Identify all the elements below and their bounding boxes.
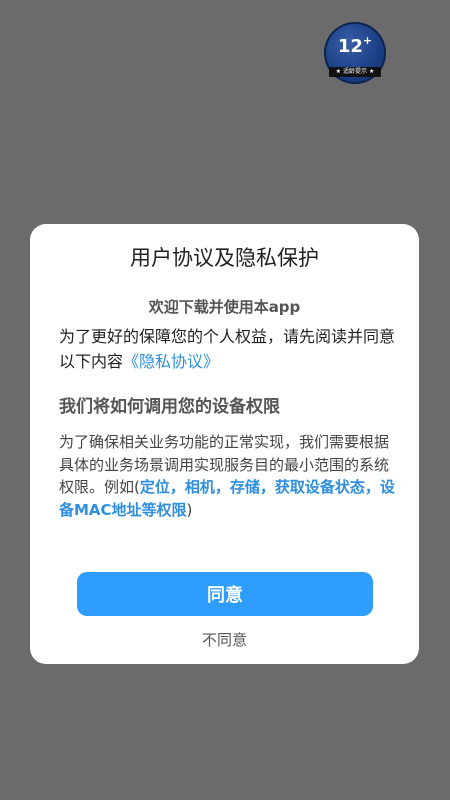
disagree-button[interactable]: 不同意: [30, 629, 419, 650]
privacy-agreement-link[interactable]: 《隐私协议》: [123, 352, 219, 371]
privacy-dialog: 用户协议及隐私保护 欢迎下载并使用本app 为了更好的保障您的个人权益，请先阅读…: [30, 224, 419, 664]
welcome-text: 欢迎下载并使用本app: [148, 298, 301, 316]
star-icon: ★: [335, 68, 341, 75]
intro-paragraph: 为了更好的保障您的个人权益，请先阅读并同意以下内容《隐私协议》: [59, 324, 397, 374]
age-rating-strip: ★ 适龄提示 ★: [329, 67, 381, 77]
permission-paragraph: 为了确保相关业务功能的正常实现，我们需要根据具体的业务场景调用实现服务目的最小范…: [59, 431, 397, 521]
intro-text: 为了更好的保障您的个人权益，请先阅读并同意以下内容: [59, 327, 396, 371]
age-rating-number: 12+: [337, 34, 373, 57]
permission-text-after: ): [186, 500, 193, 519]
permission-heading: 我们将如何调用您的设备权限: [59, 397, 280, 417]
age-rating-plus: +: [362, 34, 373, 47]
age-rating-label: 适龄提示: [342, 68, 367, 75]
age-rating-badge: 12+ ★ 适龄提示 ★: [324, 22, 386, 84]
agree-button[interactable]: 同意: [77, 572, 373, 616]
star-icon: ★: [369, 68, 375, 75]
dialog-title: 用户协议及隐私保护: [130, 246, 319, 270]
